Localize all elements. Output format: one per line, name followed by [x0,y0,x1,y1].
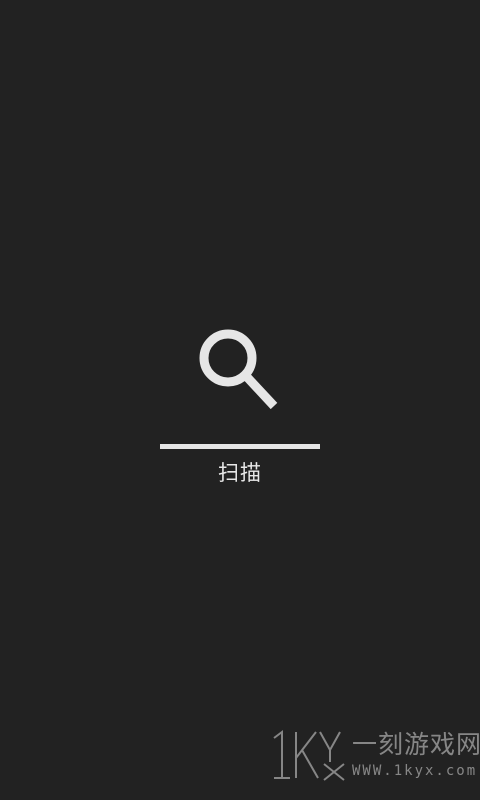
site-watermark: 一刻游戏网 WWW.1kyx.com [266,726,480,786]
scan-area: 扫描 [0,318,480,498]
watermark-logo [268,728,350,782]
scan-progress-bar [160,444,320,449]
search-icon [194,324,284,414]
scan-screen: 扫描 一刻游戏网 WWW.1kyx.com [0,0,480,800]
scan-progress-fill [160,444,320,449]
watermark-url: WWW.1kyx.com [352,763,478,779]
watermark-text: 一刻游戏网 [352,730,480,759]
scan-label: 扫描 [218,461,262,485]
